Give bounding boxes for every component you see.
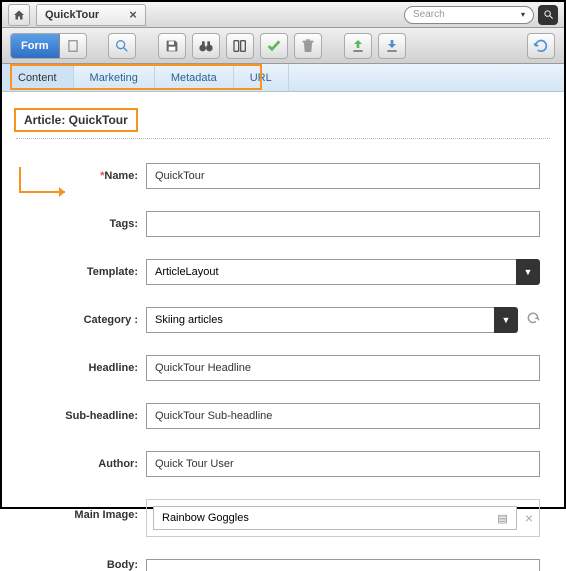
body-input[interactable] xyxy=(146,559,540,571)
trash-icon xyxy=(300,38,316,54)
field-row-subheadline: Sub-headline: xyxy=(56,403,540,429)
inspect-button[interactable] xyxy=(108,33,136,59)
search-dropdown-caret[interactable]: ▾ xyxy=(521,10,525,19)
form-body: *Name: Tags: Template: ArticleLayout ▼ C… xyxy=(16,163,550,571)
tab-title: QuickTour xyxy=(45,9,99,21)
category-refresh-button[interactable] xyxy=(526,311,540,330)
field-row-tags: Tags: xyxy=(56,211,540,237)
search-icon xyxy=(543,9,554,20)
document-tab[interactable]: QuickTour × xyxy=(36,4,146,26)
tags-label: Tags: xyxy=(56,218,146,230)
home-button[interactable] xyxy=(8,4,30,26)
field-row-category: Category : Skiing articles ▼ xyxy=(56,307,540,333)
tab-url[interactable]: URL xyxy=(234,64,289,91)
page-icon xyxy=(66,39,80,53)
tags-input[interactable] xyxy=(146,211,540,237)
save-icon xyxy=(164,38,180,54)
mainimage-field: Rainbow Goggles ▤ × xyxy=(146,499,540,537)
headline-input[interactable] xyxy=(146,355,540,381)
alt-view-button[interactable] xyxy=(60,34,86,58)
author-input[interactable] xyxy=(146,451,540,477)
field-row-author: Author: xyxy=(56,451,540,477)
search-button[interactable] xyxy=(538,5,558,25)
section-tabs: Content Marketing Metadata URL xyxy=(2,64,564,92)
author-label: Author: xyxy=(56,458,146,470)
delete-button[interactable] xyxy=(294,33,322,59)
body-label: Body: xyxy=(56,559,146,571)
refresh-button[interactable] xyxy=(527,33,555,59)
tab-metadata[interactable]: Metadata xyxy=(155,64,234,91)
tab-close-button[interactable]: × xyxy=(129,7,137,22)
name-label: *Name: xyxy=(56,170,146,182)
form-view-button[interactable]: Form xyxy=(11,34,60,58)
title-bar: QuickTour × Search ▾ xyxy=(2,2,564,28)
mainimage-label: Main Image: xyxy=(56,499,146,521)
template-label: Template: xyxy=(56,266,146,278)
main-toolbar: Form xyxy=(2,28,564,64)
field-row-headline: Headline: xyxy=(56,355,540,381)
divider xyxy=(16,138,550,139)
headline-label: Headline: xyxy=(56,362,146,374)
search-input[interactable]: Search ▾ xyxy=(404,6,534,24)
field-row-name: *Name: xyxy=(56,163,540,189)
template-dropdown-button[interactable]: ▼ xyxy=(516,259,540,285)
subheadline-label: Sub-headline: xyxy=(56,410,146,422)
article-heading: Article: QuickTour xyxy=(14,108,138,132)
field-row-mainimage: Main Image: Rainbow Goggles ▤ × xyxy=(56,499,540,537)
subheadline-input[interactable] xyxy=(146,403,540,429)
refresh-icon xyxy=(533,38,549,54)
category-label: Category : xyxy=(56,314,146,326)
mainimage-value[interactable]: Rainbow Goggles ▤ xyxy=(153,506,517,530)
category-dropdown-button[interactable]: ▼ xyxy=(494,307,518,333)
save-button[interactable] xyxy=(158,33,186,59)
upload-icon xyxy=(350,38,366,54)
template-select[interactable]: ArticleLayout xyxy=(146,259,516,285)
binoculars-icon xyxy=(198,38,214,54)
check-icon xyxy=(266,38,282,54)
tab-marketing[interactable]: Marketing xyxy=(74,64,155,91)
magnifier-icon xyxy=(114,38,130,54)
view-mode-group: Form xyxy=(10,33,87,59)
home-icon xyxy=(13,9,25,21)
chevron-down-icon: ▼ xyxy=(502,315,511,325)
image-picker-icon[interactable]: ▤ xyxy=(497,512,507,525)
category-select[interactable]: Skiing articles xyxy=(146,307,494,333)
name-input[interactable] xyxy=(146,163,540,189)
devices-icon xyxy=(232,38,248,54)
mobile-preview-button[interactable] xyxy=(226,33,254,59)
mainimage-clear-button[interactable]: × xyxy=(525,510,533,526)
field-row-template: Template: ArticleLayout ▼ xyxy=(56,259,540,285)
chevron-down-icon: ▼ xyxy=(524,267,533,277)
sync-icon xyxy=(526,311,540,325)
field-row-body: Body: xyxy=(56,559,540,571)
binoculars-button[interactable] xyxy=(192,33,220,59)
download-icon xyxy=(384,38,400,54)
upload-button[interactable] xyxy=(344,33,372,59)
approve-button[interactable] xyxy=(260,33,288,59)
content-panel: Article: QuickTour *Name: Tags: Template… xyxy=(2,92,564,571)
tab-content[interactable]: Content xyxy=(2,64,74,91)
download-button[interactable] xyxy=(378,33,406,59)
search-placeholder: Search xyxy=(413,9,445,20)
